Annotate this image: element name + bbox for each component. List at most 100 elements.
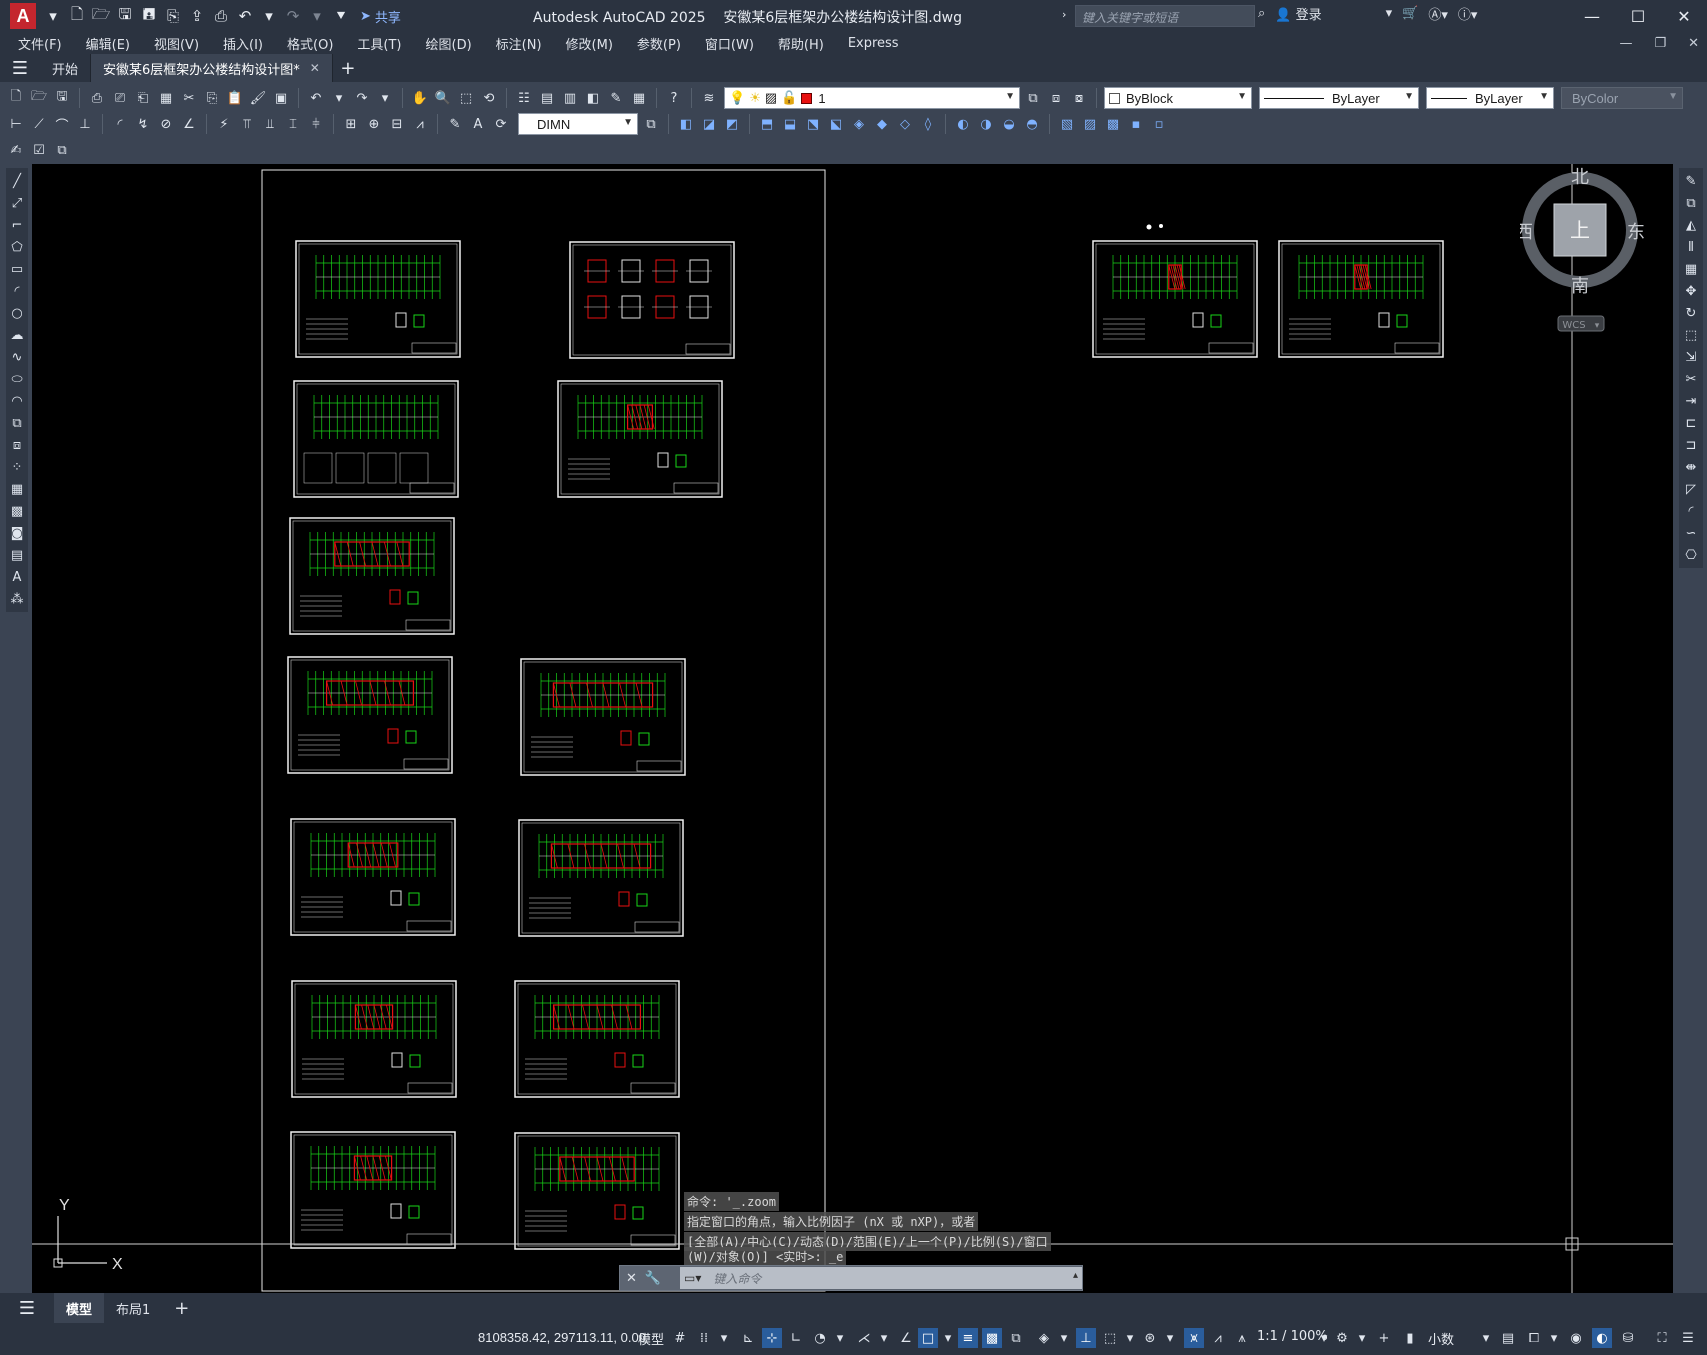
menu-file[interactable]: 文件(F) (6, 34, 74, 53)
grid-icon[interactable]: # (670, 1328, 690, 1348)
zoom-window-icon[interactable]: ⬚ (456, 88, 476, 108)
customization-icon[interactable]: ☰ (1678, 1328, 1698, 1348)
model-space-toggle[interactable]: 模型 (638, 1329, 664, 1348)
3d-cone-icon[interactable]: ◩ (722, 114, 742, 134)
inspection-icon[interactable]: ⊟ (387, 114, 407, 134)
array-icon[interactable]: ▦ (1682, 260, 1700, 278)
quick-dim-icon[interactable]: ⚡ (214, 114, 234, 134)
layer-vp-freeze-icon[interactable]: ▨ (765, 90, 777, 106)
erase-icon[interactable]: ✎ (1682, 172, 1700, 190)
blend-curves-icon[interactable]: ∽ (1682, 524, 1700, 542)
undo-tb-dropdown-icon[interactable]: ▾ (329, 88, 349, 108)
dim-linear-icon[interactable]: ⊢ (6, 114, 26, 134)
sweep-icon[interactable]: ⬔ (803, 114, 823, 134)
menu-dimension[interactable]: 标注(N) (484, 34, 554, 53)
drawing-sheet-thumbnail[interactable] (291, 980, 457, 1098)
auto-scale-icon[interactable]: ⩘ (1208, 1328, 1228, 1348)
rectangle-icon[interactable]: ▭ (8, 260, 26, 278)
arc-icon[interactable]: ◜ (8, 282, 26, 300)
layer-previous-icon[interactable]: ⧈ (1046, 88, 1066, 108)
redo-dropdown-icon[interactable]: ▾ (306, 5, 328, 27)
wcs-dropdown-icon[interactable]: ▾ (1595, 321, 1600, 331)
loft-icon[interactable]: ◈ (849, 114, 869, 134)
drawing-sheet-thumbnail[interactable] (290, 818, 456, 936)
dim-update-icon[interactable]: ⟳ (491, 114, 511, 134)
layer-combo[interactable]: 💡 ☀ ▨ 🔓 1 ▼ (724, 87, 1020, 109)
lock-ui-dropdown-icon[interactable]: ▾ (1544, 1328, 1564, 1348)
autocad-logo[interactable]: A (10, 3, 36, 29)
redo-icon[interactable]: ↷ (282, 5, 304, 27)
hardware-acceleration-icon[interactable]: ◐ (1592, 1328, 1612, 1348)
dim-text-edit-icon[interactable]: A (468, 114, 488, 134)
section-icon[interactable]: ◑ (976, 114, 996, 134)
break-at-point-icon[interactable]: ⊏ (1682, 414, 1700, 432)
annotation-monitor-icon[interactable]: + (1374, 1328, 1394, 1348)
command-recent-icon[interactable]: ▭▾ (680, 1267, 706, 1289)
gizmo-icon[interactable]: ⊛ (1140, 1328, 1160, 1348)
drawing-sheet-thumbnail[interactable] (287, 656, 453, 774)
doc-restore-icon[interactable]: ❐ (1654, 36, 1666, 51)
linetype-dropdown-icon[interactable]: ▼ (1404, 91, 1414, 102)
table-icon[interactable]: ▤ (8, 546, 26, 564)
match-prop-icon[interactable]: 🖌 (248, 88, 268, 108)
jogged-linear-icon[interactable]: ⩘ (410, 114, 430, 134)
publish-icon[interactable]: ⎘ (162, 5, 184, 27)
thicken-icon[interactable]: ◒ (999, 114, 1019, 134)
center-mark-icon[interactable]: ⊕ (364, 114, 384, 134)
undo-dropdown-icon[interactable]: ▾ (258, 5, 280, 27)
viewcube[interactable]: 上 北 南 东 西 WCS ▾ (1520, 164, 1670, 334)
menu-draw[interactable]: 绘图(D) (414, 34, 484, 53)
open-file-icon[interactable]: 🗁 (90, 5, 112, 27)
plotstyle-combo[interactable]: ByColor ▼ (1561, 87, 1683, 109)
infer-constraints-icon[interactable]: ⊾ (738, 1328, 758, 1348)
3d-box-icon[interactable]: ◧ (676, 114, 696, 134)
close-icon[interactable]: ✕ (1661, 0, 1707, 32)
customize-qat-icon[interactable]: ⯆ (330, 5, 352, 27)
plotstyle-dropdown-icon[interactable]: ▼ (1668, 91, 1678, 102)
quick-properties-icon[interactable]: ▤ (1498, 1328, 1518, 1348)
quickcalc-icon[interactable]: ▦ (629, 88, 649, 108)
3d-osnap-dropdown-icon[interactable]: ▾ (1054, 1328, 1074, 1348)
trim-icon[interactable]: ✂ (1682, 370, 1700, 388)
selection-filter-dropdown-icon[interactable]: ▾ (1120, 1328, 1140, 1348)
dim-edit-icon[interactable]: ✎ (445, 114, 465, 134)
new-tab-icon[interactable]: + (333, 58, 363, 79)
menu-help[interactable]: 帮助(H) (766, 34, 836, 53)
copy-object-icon[interactable]: ⧉ (1682, 194, 1700, 212)
drawing-sheet-thumbnail[interactable] (518, 819, 684, 937)
lineweight-dropdown-icon[interactable]: ▼ (1539, 91, 1549, 102)
add-layout-icon[interactable]: + (162, 1293, 201, 1323)
break-icon[interactable]: ⊐ (1682, 436, 1700, 454)
menu-express[interactable]: Express (836, 36, 911, 51)
dim-radius-icon[interactable]: ◜ (110, 114, 130, 134)
tab-close-icon[interactable]: ✕ (310, 61, 320, 75)
color-dropdown-icon[interactable]: ▼ (1237, 91, 1247, 102)
cart-icon[interactable]: 🛒 (1402, 6, 1418, 21)
login-dropdown-icon[interactable]: ▾ (1386, 6, 1393, 21)
mtext-icon[interactable]: A (8, 568, 26, 586)
open-icon[interactable]: 🗁 (29, 88, 49, 108)
autodesk-app-icon[interactable]: Ⓐ▾ (1428, 4, 1448, 23)
save-as-icon[interactable]: 🖪 (138, 5, 160, 27)
paste-icon[interactable]: 📋 (225, 88, 245, 108)
compass-east[interactable]: 东 (1627, 222, 1645, 243)
command-history-toggle-icon[interactable]: ▴ (1073, 1270, 1078, 1281)
block-editor-icon[interactable]: ▣ (271, 88, 291, 108)
isolate-objects-icon[interactable]: ◉ (1566, 1328, 1586, 1348)
dimstyle-combo[interactable]: DIMN ▼ (518, 113, 638, 135)
lineweight-icon[interactable]: ≡ (958, 1328, 978, 1348)
layer-states-icon[interactable]: ⧇ (1069, 88, 1089, 108)
construction-line-icon[interactable]: ⤢ (8, 194, 26, 212)
dim-arc-icon[interactable]: ⌒ (52, 114, 72, 134)
object-snap-tracking-icon[interactable]: ∠ (896, 1328, 916, 1348)
search-input[interactable]: 键入关键字或短语 (1075, 5, 1255, 27)
separate-icon[interactable]: ▩ (1103, 114, 1123, 134)
sheet-set-icon[interactable]: ◧ (583, 88, 603, 108)
layout-menu-icon[interactable]: ☰ (0, 1294, 54, 1322)
export-icon[interactable]: ⇪ (186, 5, 208, 27)
slice-icon[interactable]: ◐ (953, 114, 973, 134)
save-icon[interactable]: 🖫 (114, 5, 136, 27)
dynamic-ucs-icon[interactable]: ⊥ (1076, 1328, 1096, 1348)
tab-model[interactable]: 模型 (54, 1293, 105, 1323)
imprint-icon[interactable]: ◓ (1022, 114, 1042, 134)
